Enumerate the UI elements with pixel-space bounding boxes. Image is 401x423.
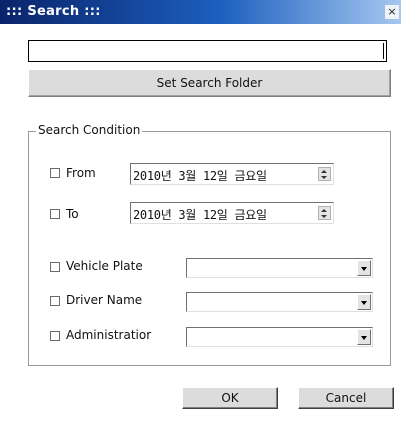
spin-updown-icon[interactable] (318, 206, 331, 220)
driver-name-checkbox[interactable] (50, 296, 60, 306)
from-date-picker[interactable]: 2010년 3월 12일 금요일 (130, 163, 334, 185)
to-date-picker[interactable]: 2010년 3월 12일 금요일 (130, 202, 334, 224)
from-date-value: 2010년 3월 12일 금요일 (133, 169, 267, 183)
administrator-select[interactable] (186, 327, 373, 347)
ok-button[interactable]: OK (182, 387, 278, 409)
from-checkbox[interactable] (50, 168, 60, 178)
search-condition-label: Search Condition (36, 123, 143, 137)
spin-updown-icon[interactable] (318, 167, 331, 181)
vehicle-plate-checkbox[interactable] (50, 262, 60, 272)
chevron-down-icon[interactable] (357, 329, 371, 345)
cancel-button[interactable]: Cancel (298, 387, 394, 409)
driver-name-select[interactable] (186, 292, 373, 312)
search-input[interactable] (28, 40, 387, 62)
window-title: ::: Search ::: (6, 4, 101, 19)
to-date-value: 2010년 3월 12일 금요일 (133, 208, 267, 222)
close-icon[interactable]: × (385, 5, 399, 19)
set-search-folder-button[interactable]: Set Search Folder (28, 69, 391, 97)
vehicle-plate-label: Vehicle Plate (66, 259, 143, 273)
driver-name-label: Driver Name (66, 293, 143, 307)
to-checkbox[interactable] (50, 209, 60, 219)
from-label: From (66, 166, 96, 180)
to-label: To (66, 207, 79, 221)
administrator-label: Administratior (66, 328, 152, 342)
chevron-down-icon[interactable] (357, 294, 371, 310)
chevron-down-icon[interactable] (357, 260, 371, 276)
administrator-checkbox[interactable] (50, 331, 60, 341)
vehicle-plate-select[interactable] (186, 258, 373, 278)
search-dialog: ::: Search ::: × Set Search Folder Searc… (0, 0, 401, 423)
text-caret (383, 43, 384, 59)
title-bar[interactable]: ::: Search ::: × (0, 0, 401, 24)
